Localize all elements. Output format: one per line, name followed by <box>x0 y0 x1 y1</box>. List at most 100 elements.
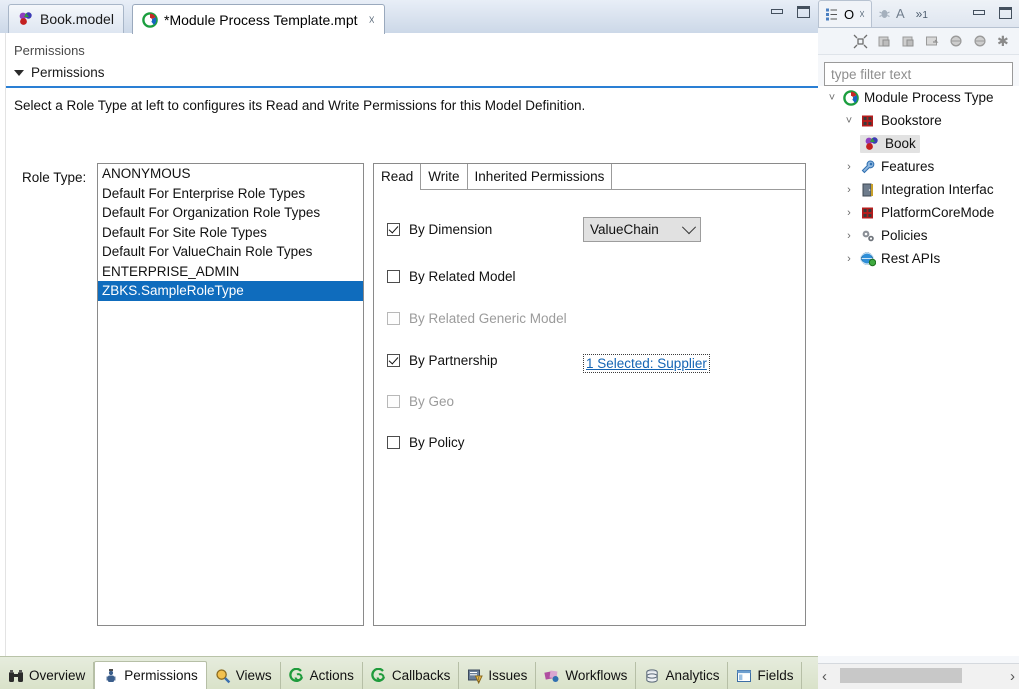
option-label: By Geo <box>409 394 455 409</box>
tab-issues[interactable]: ! Issues <box>459 662 537 689</box>
tab-inherited-permissions[interactable]: Inherited Permissions <box>467 164 613 189</box>
checkbox-by-related-generic-model <box>387 312 400 325</box>
chevron-right-icon[interactable]: › <box>843 253 855 265</box>
collapse-all-icon[interactable] <box>853 34 868 49</box>
close-icon[interactable]: ☓ <box>859 8 865 21</box>
editor-tab-label: Book.model <box>40 11 114 27</box>
overflow-count: 1 <box>922 9 928 21</box>
tree-item-book[interactable]: Book <box>818 132 1019 155</box>
tab-fields[interactable]: Fields <box>728 662 803 689</box>
tab-workflows[interactable]: Workflows <box>536 662 637 689</box>
show-categories-icon[interactable] <box>925 34 940 49</box>
tab-actions[interactable]: Actions <box>281 662 363 689</box>
minimize-button[interactable] <box>770 6 784 18</box>
option-by-policy[interactable]: By Policy <box>387 435 465 450</box>
chevron-down-icon[interactable] <box>14 69 24 76</box>
tab-overflow-indicator[interactable]: » 1 <box>916 7 928 21</box>
chevron-right-icon[interactable]: › <box>843 161 855 173</box>
tree-item-rest-apis[interactable]: › Rest APIs <box>818 247 1019 270</box>
editor-tab-strip: Book.model *Module Process Template.mpt … <box>0 0 818 34</box>
tree-item-selected[interactable]: Book <box>860 134 920 153</box>
model-spheres-icon <box>864 136 880 152</box>
outline-tree: ˅ Module Process Type ˅ Bookstore Book ›… <box>818 86 1019 656</box>
option-label: By Dimension <box>409 222 493 237</box>
list-item-selected[interactable]: ZBKS.SampleRoleType <box>98 281 363 301</box>
link-asterisk-icon[interactable]: ✱ <box>997 34 1010 48</box>
permissions-panel: Read Write Inherited Permissions By Dime… <box>373 163 806 626</box>
hide-fields-icon[interactable] <box>877 34 892 49</box>
option-by-partnership[interactable]: By Partnership <box>387 353 498 368</box>
list-item[interactable]: ENTERPRISE_ADMIN <box>98 262 363 282</box>
tree-item-module-process-type[interactable]: ˅ Module Process Type <box>818 86 1019 109</box>
tab-read[interactable]: Read <box>374 164 422 190</box>
tab-debug[interactable]: A <box>872 1 911 27</box>
chevron-down-icon[interactable]: ˅ <box>843 115 855 127</box>
tree-item-label: Module Process Type <box>864 90 994 105</box>
list-item[interactable]: Default For Site Role Types <box>98 223 363 243</box>
tree-item-policies[interactable]: › Policies <box>818 224 1019 247</box>
chevron-right-icon[interactable]: › <box>843 184 855 196</box>
checkbox-by-partnership[interactable] <box>387 354 400 367</box>
chevron-right-icon[interactable]: › <box>843 207 855 219</box>
tab-callbacks[interactable]: Callbacks <box>363 662 460 689</box>
database-icon <box>644 668 660 684</box>
section-header[interactable]: Permissions <box>0 58 818 86</box>
green-swirl-icon <box>371 667 387 684</box>
filter-globe-icon[interactable] <box>973 34 988 49</box>
chevron-down-icon[interactable]: ˅ <box>826 92 838 104</box>
maximize-button[interactable] <box>796 6 810 18</box>
option-label: By Policy <box>409 435 465 450</box>
list-item[interactable]: Default For Organization Role Types <box>98 203 363 223</box>
scroll-right-arrow[interactable]: › <box>1010 668 1015 685</box>
hide-static-icon[interactable] <box>901 34 916 49</box>
tree-item-bookstore[interactable]: ˅ Bookstore <box>818 109 1019 132</box>
scrollbar-thumb[interactable] <box>840 668 962 683</box>
maximize-button[interactable] <box>998 7 1012 19</box>
outline-horizontal-scrollbar[interactable]: ‹ › <box>818 663 1019 689</box>
close-icon[interactable]: ☓ <box>369 13 375 27</box>
tree-item-integration-interfaces[interactable]: › Integration Interfac <box>818 178 1019 201</box>
tab-outline[interactable]: O ☓ <box>818 0 872 27</box>
tab-label: Fields <box>757 668 794 683</box>
model-spheres-icon <box>18 11 34 27</box>
module-process-icon <box>843 89 859 106</box>
role-type-list[interactable]: ANONYMOUS Default For Enterprise Role Ty… <box>97 163 364 626</box>
fields-icon <box>736 668 752 684</box>
list-item[interactable]: Default For ValueChain Role Types <box>98 242 363 262</box>
editor-tab-label: *Module Process Template.mpt <box>164 11 358 28</box>
option-by-dimension[interactable]: By Dimension <box>387 222 492 237</box>
scroll-left-arrow[interactable]: ‹ <box>822 668 827 685</box>
tree-item-features[interactable]: › Features <box>818 155 1019 178</box>
application-window: Book.model *Module Process Template.mpt … <box>0 0 1019 689</box>
list-item[interactable]: ANONYMOUS <box>98 164 363 184</box>
editor-tab-module-process-template[interactable]: *Module Process Template.mpt ☓ <box>132 4 385 34</box>
magnifier-icon <box>215 668 231 684</box>
list-item[interactable]: Default For Enterprise Role Types <box>98 184 363 204</box>
green-swirl-icon <box>288 667 305 684</box>
section-header-label: Permissions <box>31 65 105 80</box>
checkbox-by-dimension[interactable] <box>387 223 400 236</box>
minimize-button[interactable] <box>972 7 986 19</box>
tab-write[interactable]: Write <box>421 164 468 189</box>
tab-permissions[interactable]: Permissions <box>94 661 207 689</box>
workflows-icon <box>544 668 560 684</box>
checkbox-by-policy[interactable] <box>387 436 400 449</box>
filter-input[interactable]: type filter text <box>824 62 1013 86</box>
editor-tab-book-model[interactable]: Book.model <box>8 4 124 33</box>
chevron-right-icon[interactable]: › <box>843 230 855 242</box>
tab-views[interactable]: Views <box>207 662 281 689</box>
role-type-label: Role Type: <box>22 170 87 185</box>
tree-item-platform-core-model[interactable]: › PlatformCoreMode <box>818 201 1019 224</box>
tab-analytics[interactable]: Analytics <box>636 662 729 689</box>
sort-globe-icon[interactable] <box>949 34 964 49</box>
option-by-related-model[interactable]: By Related Model <box>387 269 516 284</box>
editor-area: Book.model *Module Process Template.mpt … <box>0 0 818 689</box>
dimension-combo[interactable]: ValueChain <box>583 217 701 242</box>
editor-window-buttons <box>770 6 810 18</box>
tree-item-label: PlatformCoreMode <box>881 205 995 220</box>
checkbox-by-related-model[interactable] <box>387 270 400 283</box>
tree-item-label: Rest APIs <box>881 251 941 266</box>
partnership-selection-link[interactable]: 1 Selected: Supplier <box>583 354 710 373</box>
tab-label: Callbacks <box>391 668 451 683</box>
tab-overview[interactable]: Overview <box>0 662 95 689</box>
